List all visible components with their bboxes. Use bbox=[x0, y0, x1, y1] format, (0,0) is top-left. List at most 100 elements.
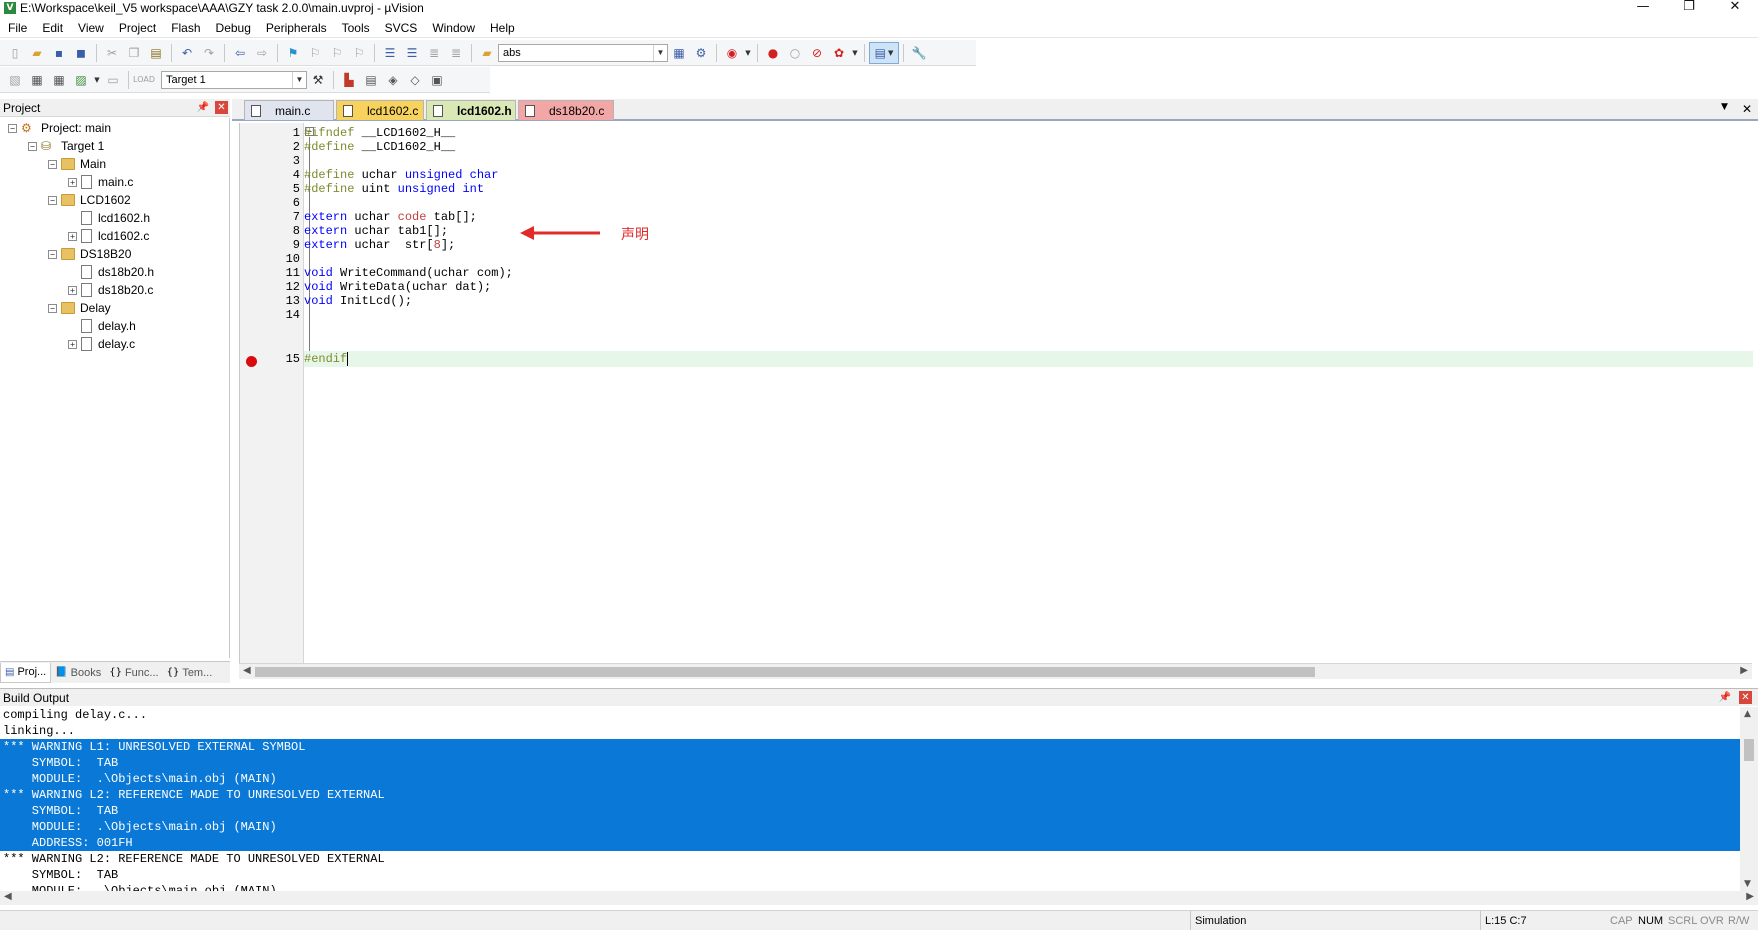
tree-row-file[interactable]: + lcd1602.c bbox=[68, 227, 149, 245]
build-output-horizontal-scrollbar[interactable]: ◀ ▶ bbox=[0, 891, 1758, 905]
collapse-icon[interactable]: − bbox=[48, 195, 57, 205]
menu-tools[interactable]: Tools bbox=[334, 18, 377, 38]
menu-view[interactable]: View bbox=[70, 18, 111, 38]
configuration-wrench-icon[interactable]: 🔧 bbox=[908, 42, 930, 64]
close-window-button[interactable]: ✕ bbox=[1712, 0, 1758, 16]
clear-bookmarks-icon[interactable]: ⚐ bbox=[348, 42, 370, 64]
scroll-left-icon[interactable]: ◀ bbox=[243, 665, 251, 676]
menu-project[interactable]: Project bbox=[111, 18, 163, 38]
next-bookmark-icon[interactable]: ⚐ bbox=[326, 42, 348, 64]
manage-project-items-icon[interactable]: ▙ bbox=[338, 69, 360, 91]
tree-row-file[interactable]: ds18b20.h bbox=[68, 263, 154, 281]
rebuild-icon[interactable]: ▦ bbox=[48, 69, 70, 91]
build-output-vertical-scrollbar[interactable]: ▲ ▼ bbox=[1740, 707, 1758, 891]
scroll-right-icon[interactable]: ▶ bbox=[1746, 891, 1754, 902]
tree-row-file[interactable]: + ds18b20.c bbox=[68, 281, 153, 299]
close-tab-icon[interactable]: ✕ bbox=[1742, 102, 1752, 116]
tree-row-file[interactable]: + main.c bbox=[68, 173, 133, 191]
tree-row-file[interactable]: lcd1602.h bbox=[68, 209, 150, 227]
translate-icon[interactable]: ▧ bbox=[4, 69, 26, 91]
scroll-up-icon[interactable]: ▲ bbox=[1744, 709, 1751, 719]
build-output-text[interactable]: compiling delay.c... linking... *** WARNIN… bbox=[0, 707, 1740, 891]
tab-templates[interactable]: {} Tem... bbox=[163, 663, 217, 683]
select-packs-icon[interactable]: ▤ bbox=[360, 69, 382, 91]
restore-button[interactable]: ❐ bbox=[1666, 0, 1712, 16]
tree-row-project[interactable]: − ⚙ Project: main bbox=[8, 119, 111, 137]
chevron-down-icon[interactable]: ▼ bbox=[653, 44, 667, 61]
chevron-down-icon[interactable]: ▼ bbox=[850, 42, 860, 64]
kill-all-breakpoints-icon[interactable]: ✿ bbox=[828, 42, 850, 64]
indent-icon[interactable]: ☰ bbox=[379, 42, 401, 64]
scrollbar-thumb[interactable] bbox=[255, 667, 1315, 677]
manage-rte-icon[interactable]: ◈ bbox=[382, 69, 404, 91]
enable-breakpoint-icon[interactable]: ○ bbox=[784, 42, 806, 64]
expand-icon[interactable]: + bbox=[68, 339, 77, 349]
close-icon[interactable]: ✕ bbox=[1739, 691, 1752, 704]
tree-row-file[interactable]: + delay.c bbox=[68, 335, 135, 353]
tree-row-target[interactable]: − ⛁ Target 1 bbox=[28, 137, 104, 155]
editor-horizontal-scrollbar[interactable]: ◀ ▶ bbox=[239, 663, 1752, 679]
comment-icon[interactable]: ≣ bbox=[423, 42, 445, 64]
chevron-down-icon[interactable]: ▼ bbox=[292, 71, 306, 88]
menu-svcs[interactable]: SVCS bbox=[377, 18, 425, 38]
scroll-right-icon[interactable]: ▶ bbox=[1740, 665, 1748, 676]
tab-list-dropdown-icon[interactable]: ▼ bbox=[1721, 102, 1728, 116]
menu-debug[interactable]: Debug bbox=[208, 18, 258, 38]
cut-icon[interactable]: ✂ bbox=[101, 42, 123, 64]
menu-help[interactable]: Help bbox=[482, 18, 522, 38]
bookmark-icon[interactable]: ⚑ bbox=[282, 42, 304, 64]
tree-row-group-ds18b20[interactable]: − DS18B20 bbox=[48, 245, 131, 263]
unindent-icon[interactable]: ☰ bbox=[401, 42, 423, 64]
open-file-icon[interactable]: ▰ bbox=[26, 42, 48, 64]
scroll-left-icon[interactable]: ◀ bbox=[4, 891, 12, 902]
target-combo[interactable]: Target 1 ▼ bbox=[161, 70, 307, 89]
pin-icon[interactable]: 📌 bbox=[197, 102, 209, 113]
redo-icon[interactable]: ↷ bbox=[198, 42, 220, 64]
expand-icon[interactable]: + bbox=[68, 231, 77, 241]
paste-icon[interactable]: ▤ bbox=[145, 42, 167, 64]
navigate-back-icon[interactable]: ⇦ bbox=[229, 42, 251, 64]
software-packs-icon[interactable]: ◇ bbox=[404, 69, 426, 91]
save-icon[interactable]: ▪ bbox=[48, 42, 70, 64]
scrollbar-thumb[interactable] bbox=[1744, 739, 1754, 761]
menu-edit[interactable]: Edit bbox=[34, 18, 70, 38]
pin-icon[interactable]: 📌 bbox=[1719, 692, 1731, 703]
new-file-icon[interactable]: ▯ bbox=[4, 42, 26, 64]
disable-all-breakpoints-icon[interactable]: ⊘ bbox=[806, 42, 828, 64]
tab-books[interactable]: 📘 Books bbox=[51, 663, 105, 683]
collapse-icon[interactable]: − bbox=[48, 249, 57, 259]
tree-row-group-lcd1602[interactable]: − LCD1602 bbox=[48, 191, 131, 209]
collapse-icon[interactable]: − bbox=[48, 303, 57, 313]
undo-icon[interactable]: ↶ bbox=[176, 42, 198, 64]
code-editor[interactable]: 1 2 3 4 5 6 7 8 9 10 11 12 13 14 15 − #ifndef __LCD160… bbox=[239, 123, 1753, 663]
tab-lcd1602-c[interactable]: lcd1602.c bbox=[336, 100, 424, 120]
incremental-find-icon[interactable]: ▦ bbox=[668, 42, 690, 64]
close-icon[interactable]: ✕ bbox=[215, 101, 228, 114]
find-combo[interactable]: abs ▼ bbox=[498, 43, 668, 62]
scroll-down-icon[interactable]: ▼ bbox=[1744, 879, 1751, 889]
batch-build-icon[interactable]: ▨ bbox=[70, 69, 92, 91]
menu-flash[interactable]: Flash bbox=[163, 18, 207, 38]
prev-bookmark-icon[interactable]: ⚐ bbox=[304, 42, 326, 64]
tab-lcd1602-h[interactable]: lcd1602.h bbox=[426, 100, 516, 120]
menu-window[interactable]: Window bbox=[424, 18, 482, 38]
copy-icon[interactable]: ❐ bbox=[123, 42, 145, 64]
collapse-icon[interactable]: − bbox=[8, 123, 17, 133]
navigate-forward-icon[interactable]: ⇨ bbox=[251, 42, 273, 64]
minimize-button[interactable]: — bbox=[1620, 0, 1666, 16]
code-area[interactable]: #ifndef __LCD1602_H__ #define __LCD1602_… bbox=[304, 123, 1753, 663]
find-in-files-icon[interactable]: ▰ bbox=[476, 42, 498, 64]
insert-breakpoint-icon[interactable]: ● bbox=[762, 42, 784, 64]
collapse-icon[interactable]: − bbox=[48, 159, 57, 169]
tab-main-c[interactable]: main.c bbox=[244, 100, 334, 120]
tab-ds18b20-c[interactable]: ds18b20.c bbox=[518, 100, 614, 120]
build-icon[interactable]: ▦ bbox=[26, 69, 48, 91]
find-replace-icon[interactable]: ⚙ bbox=[690, 42, 712, 64]
tree-row-file[interactable]: delay.h bbox=[68, 317, 136, 335]
menu-peripherals[interactable]: Peripherals bbox=[258, 18, 334, 38]
uncomment-icon[interactable]: ≣ bbox=[445, 42, 467, 64]
target-options-icon[interactable]: ⚒ bbox=[307, 69, 329, 91]
tab-project[interactable]: ▤ Proj... bbox=[0, 662, 52, 683]
tab-functions[interactable]: {} Func... bbox=[105, 663, 162, 683]
download-icon[interactable]: LOAD bbox=[133, 69, 155, 91]
